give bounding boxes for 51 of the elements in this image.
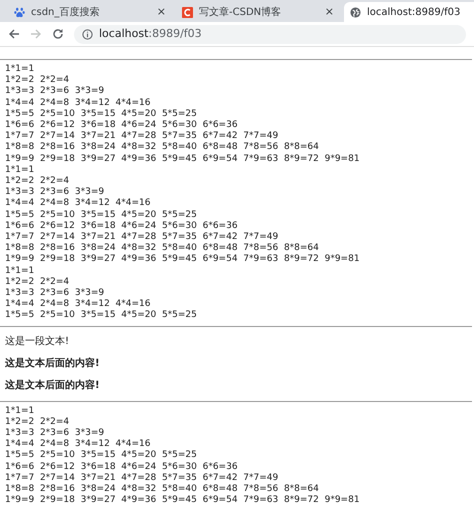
multiplication-row-text: 1*2=2 2*2=4 [5, 276, 70, 288]
multiplication-row-text: 1*5=5 2*5=10 3*5=15 4*5=20 5*5=25 [5, 210, 198, 221]
multiplication-row-text: 1*8=8 2*8=16 3*8=24 4*8=32 5*8=40 6*8=48 7*8=56 8*8=64 [5, 142, 320, 154]
multiplication-row-text: 1*9=9 2*9=18 3*9=27 4*9=36 5*9=45 6*9=54 7*9=63 8*9=72 9*9=81 [5, 154, 361, 165]
multiplication-row-text: 1*3=3 2*3=6 3*3=9 [5, 288, 106, 299]
multiplication-row-text: 1*2=2 2*2=4 [5, 75, 70, 86]
browser-tab[interactable]: localhost:8989/f03 [344, 2, 474, 22]
multiplication-row-text: 1*2=2 2*2=4 [5, 416, 70, 428]
multiplication-row-text: 1*4=4 2*4=8 3*4=12 4*4=16 [5, 98, 152, 109]
close-button[interactable]: × [324, 4, 338, 20]
address-bar[interactable]: localhost:8989/f03 [74, 24, 466, 44]
bold-paragraph: 这是文本后面的内容! [5, 358, 101, 370]
multiplication-row-text: 1*6=6 2*6=12 3*6=18 4*6=24 5*6=30 6*6=36 [5, 120, 239, 131]
multiplication-row-text: 1*9=9 2*9=18 3*9=27 4*9=36 5*9=45 6*9=54 7*9=63 8*9=72 9*9=81 [5, 254, 361, 266]
multiplication-row-text: 1*7=7 2*7=14 3*7=21 4*7=28 5*7=35 6*7=42 7*7=49 [5, 472, 280, 484]
globe-icon [350, 6, 361, 18]
multiplication-row-text: 1*7=7 2*7=14 3*7=21 4*7=28 5*7=35 6*7=42 7*7=49 [5, 232, 280, 243]
multiplication-row-text: 1*5=5 2*5=10 3*5=15 4*5=20 5*5=25 [5, 108, 198, 120]
multiplication-row-text: 1*3=3 2*3=6 3*3=9 [5, 86, 106, 98]
logo-icon [182, 6, 193, 18]
multiplication-row-text: 1*1=1 [5, 406, 36, 417]
multiplication-row-text: 1*3=3 2*3=6 3*3=9 [5, 187, 106, 198]
tab-title: csdn_百度搜索 [31, 6, 100, 20]
back-icon[interactable] [8, 28, 20, 40]
bold-paragraph: 这是文本后面的内容! [5, 380, 101, 392]
browser-tab[interactable]: 写文章-CSDN博客 × [176, 2, 344, 22]
multiplication-row-text: 1*8=8 2*8=16 3*8=24 4*8=32 5*8=40 6*8=48 7*8=56 8*8=64 [5, 484, 320, 495]
multiplication-row-text: 1*8=8 2*8=16 3*8=24 4*8=32 5*8=40 6*8=48 7*8=56 8*8=64 [5, 243, 320, 254]
url-text: localhost:8989/f03 [99, 26, 202, 42]
multiplication-row-text: 1*7=7 2*7=14 3*7=21 4*7=28 5*7=35 6*7=42 7*7=49 [5, 131, 280, 142]
multiplication-row-text: 1*1=1 [5, 266, 36, 277]
multiplication-row-text: 1*4=4 2*4=8 3*4=12 4*4=16 [5, 198, 152, 210]
multiplication-row-text: 1*4=4 2*4=8 3*4=12 4*4=16 [5, 439, 152, 450]
paw-icon [14, 6, 25, 18]
tab-title: localhost:8989/f03 [367, 6, 462, 20]
multiplication-row-text: 1*6=6 2*6=12 3*6=18 4*6=24 5*6=30 6*6=36 [5, 220, 239, 232]
close-button[interactable]: × [156, 4, 170, 20]
multiplication-row-text: 1*1=1 [5, 64, 36, 75]
browser-tab[interactable]: csdn_百度搜索 × [8, 2, 176, 22]
multiplication-row-text: 1*6=6 2*6=12 3*6=18 4*6=24 5*6=30 6*6=36 [5, 462, 239, 473]
multiplication-row-text: 1*2=2 2*2=4 [5, 176, 70, 187]
tab-title: 写文章-CSDN博客 [199, 6, 282, 20]
multiplication-row-text: 1*4=4 2*4=8 3*4=12 4*4=16 [5, 299, 152, 310]
info-icon [82, 28, 93, 40]
multiplication-row-text: 1*5=5 2*5=10 3*5=15 4*5=20 5*5=25 [5, 450, 198, 462]
multiplication-row-text: 1*5=5 2*5=10 3*5=15 4*5=20 5*5=25 [5, 310, 198, 322]
paragraph: 这是一段文本! [5, 336, 70, 348]
reload-icon[interactable] [52, 28, 64, 40]
multiplication-row-text: 1*3=3 2*3=6 3*3=9 [5, 428, 106, 439]
multiplication-row-text: 1*9=9 2*9=18 3*9=27 4*9=36 5*9=45 6*9=54 7*9=63 8*9=72 9*9=81 [5, 495, 361, 506]
multiplication-row-text: 1*1=1 [5, 164, 36, 176]
